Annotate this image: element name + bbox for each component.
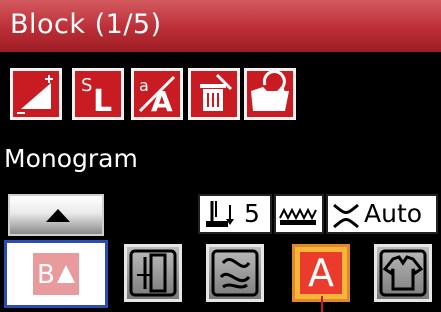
- feed-dogs-indicator: [274, 194, 324, 234]
- svg-text:S: S: [81, 75, 92, 96]
- mode-label: Monogram: [4, 144, 138, 173]
- scroll-up-button[interactable]: [8, 194, 104, 236]
- utility-stitch-tile[interactable]: [124, 244, 182, 302]
- presser-foot-value: 5: [244, 199, 260, 228]
- shirt-icon: [379, 249, 427, 297]
- folder-save-icon: [251, 71, 289, 111]
- a-cross-icon: a A: [138, 75, 176, 117]
- feed-dogs-icon: [279, 207, 317, 225]
- garment-tile[interactable]: [374, 244, 432, 302]
- triangle-up-icon: [46, 209, 70, 222]
- trash-icon: [200, 73, 233, 111]
- decorative-stitch-tile[interactable]: [206, 244, 264, 302]
- presser-foot-height-indicator: 5: [198, 194, 272, 234]
- presser-foot-icon: [206, 201, 234, 227]
- block-letter-tile[interactable]: B: [4, 240, 108, 308]
- text-clear-button[interactable]: a A: [131, 68, 183, 120]
- straight-stitch-icon: [129, 249, 177, 297]
- monogram-tile[interactable]: A: [292, 244, 350, 302]
- selection-pointer: [321, 296, 323, 312]
- svg-text:B: B: [37, 260, 55, 290]
- decorative-pattern-icon: [211, 249, 259, 297]
- save-button[interactable]: [244, 68, 296, 120]
- s-l-icon: S L: [81, 75, 112, 117]
- page-title: Block (1/5): [10, 9, 162, 40]
- letter-a-icon: A: [300, 252, 342, 294]
- thread-tension-indicator: Auto: [326, 194, 438, 234]
- svg-text:a: a: [139, 76, 149, 95]
- tension-icon: [333, 203, 359, 229]
- title-bar: Block (1/5): [0, 0, 441, 52]
- sl-button[interactable]: S L: [72, 68, 124, 120]
- size-wedge-plus-minus-icon: [17, 75, 53, 114]
- tension-value: Auto: [364, 199, 423, 228]
- svg-text:L: L: [93, 84, 112, 117]
- edit-size-button[interactable]: [10, 68, 62, 120]
- b-triangle-icon: B: [33, 253, 79, 295]
- delete-button[interactable]: [188, 68, 240, 120]
